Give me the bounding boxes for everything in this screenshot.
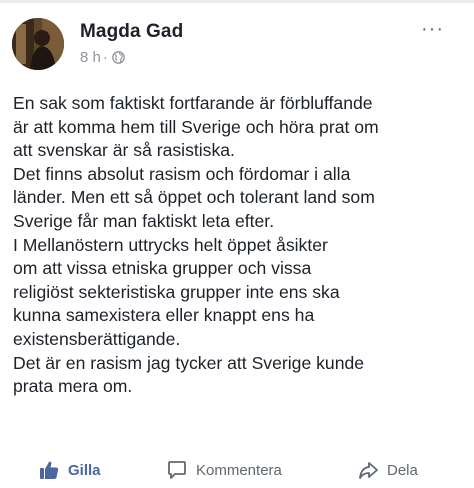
post-text-line: existensberättigande. [13,328,181,349]
comment-button[interactable]: Kommentera [166,459,282,481]
share-label: Dela [387,461,418,479]
comment-label: Kommentera [196,461,282,479]
top-divider [0,0,474,3]
avatar-image [12,18,64,70]
avatar[interactable] [12,18,64,70]
more-options-button[interactable]: ··· [421,18,444,41]
post-text: En sak som faktiskt fortfarande är förbl… [13,92,465,399]
post-text-line: att svenskar är så rasistiska. [13,140,235,161]
post-text-line: religiöst sekteristiska grupper inte ens… [13,281,340,302]
post-text-line: länder. Men ett så öppet och tolerant la… [13,187,375,208]
post-header: Magda Gad 8 h · ··· [12,16,462,74]
post-meta: 8 h · [80,49,125,66]
post-text-line: om att vissa etniska grupper och vissa [13,258,312,279]
post-text-line: I Mellanöstern uttrycks helt öppet åsikt… [13,234,328,255]
author-name[interactable]: Magda Gad [80,21,183,43]
post-time[interactable]: 8 h [80,49,101,66]
post-text-line: är att komma hem till Sverige och höra p… [13,116,379,137]
post-card: Magda Gad 8 h · ··· En sak som faktiskt … [0,0,474,488]
action-bar: Gilla Kommentera Dela [0,450,474,488]
thumbs-up-icon [40,461,59,479]
post-text-line: Det finns absolut rasism och fördomar i … [13,163,351,184]
post-text-line: En sak som faktiskt fortfarande är förbl… [13,93,373,113]
like-label: Gilla [68,461,101,479]
post-text-line: kunna samexistera eller knappt ens ha [13,305,315,326]
post-text-line: prata mera om. [13,376,133,397]
post-text-line: Sverige får man faktiskt leta efter. [13,210,275,231]
meta-separator: · [102,49,108,66]
comment-icon [168,461,186,479]
like-button[interactable]: Gilla [38,459,101,481]
post-text-line: Det är en rasism jag tycker att Sverige … [13,352,365,373]
share-button[interactable]: Dela [357,459,418,481]
share-icon [359,462,378,479]
globe-icon[interactable] [112,51,125,64]
